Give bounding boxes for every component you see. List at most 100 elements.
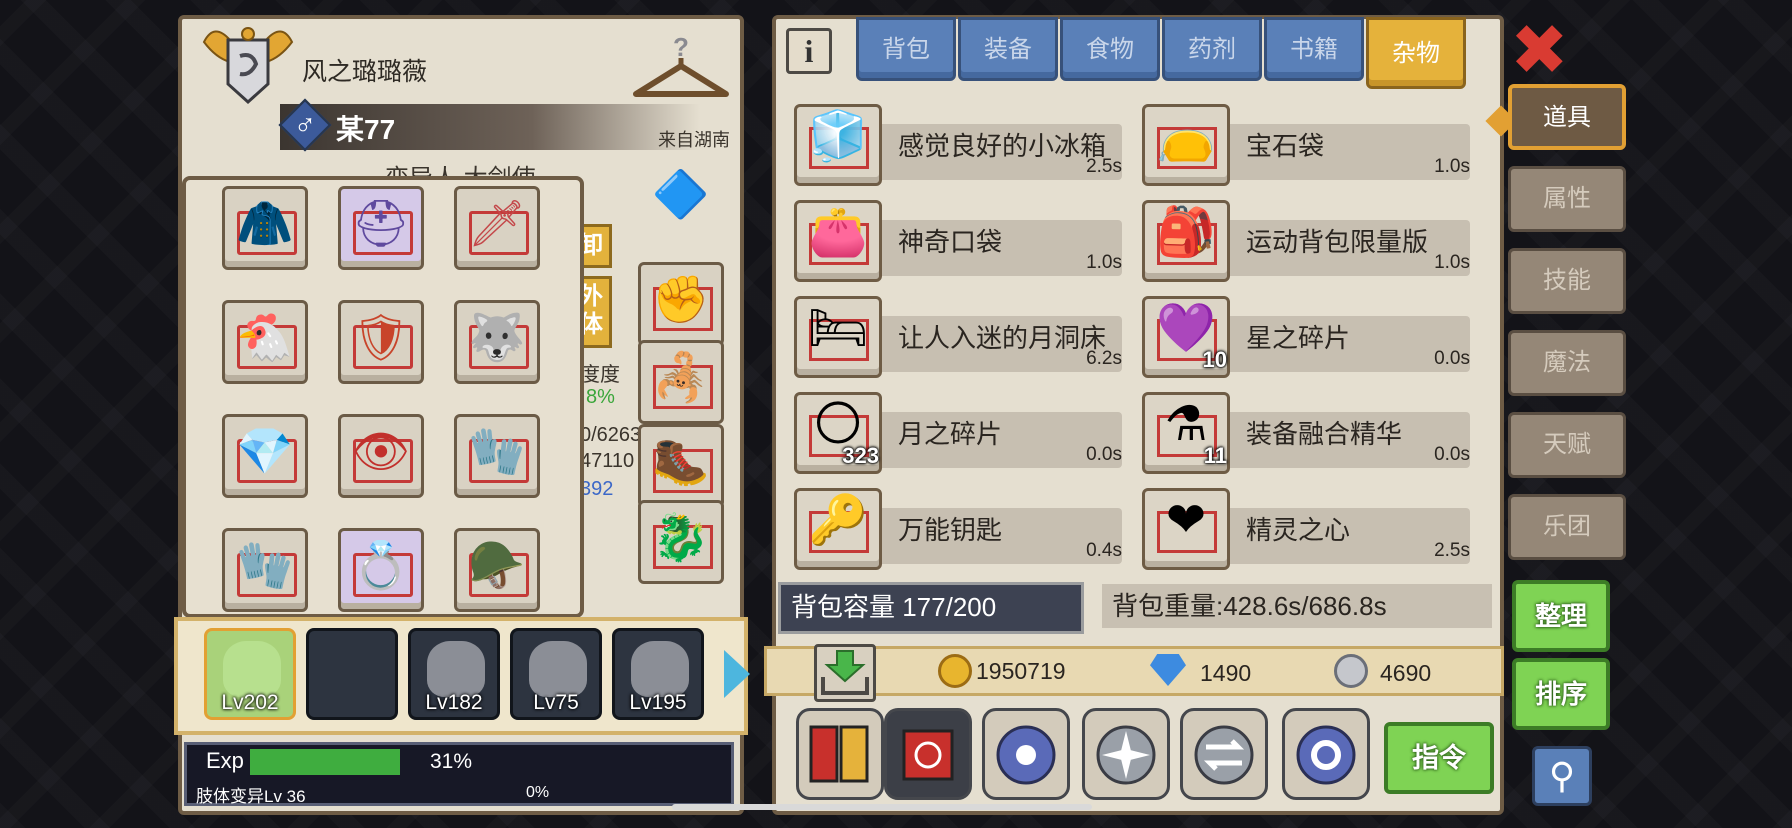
hanger-icon[interactable]: ? [628,36,734,106]
item-weight: 1.0s [1086,252,1122,273]
item-icon: 🛏 [807,302,869,355]
search-icon: ⚲ [1548,755,1576,796]
inventory-item[interactable]: 🎒 运动背包限量版 1.0s [1142,200,1478,282]
party-member-slot[interactable]: Lv195 [612,628,704,720]
tab-3[interactable]: 药剂 [1162,17,1262,81]
number-order-button[interactable] [796,708,884,800]
tidy-button[interactable]: 整理 [1512,580,1610,652]
item-weight: 6.2s [1086,348,1122,369]
equipment-slot[interactable]: ⛑ [338,186,424,270]
item-count: 11 [1203,443,1227,468]
white-glove-icon: 🧤 [468,425,526,477]
partial-stat-3: 392 [580,478,614,500]
side-tab-5[interactable]: 乐团 [1508,494,1626,560]
exp-progress-bar [250,749,401,775]
equipment-slot[interactable]: 🗡 [454,186,540,270]
equipment-slot[interactable]: 🥾 [638,424,724,508]
inventory-item[interactable]: 🌕 323 月之碎片 0.0s [794,392,1130,474]
crown-ring-icon: 💍 [352,539,410,591]
male-icon: ♂ [293,109,317,142]
item-name: 神奇口袋 [898,227,1003,257]
item-weight: 1.0s [1434,156,1470,177]
sort-button[interactable]: 排序 [1512,658,1610,730]
party-member-slot[interactable]: Lv202 [204,628,296,720]
dice-button[interactable] [884,708,972,800]
dice-icon [902,729,954,781]
side-tab-3[interactable]: 魔法 [1508,330,1626,396]
equipment-slot[interactable]: 🐔 [222,300,308,384]
equipment-slot[interactable]: ✊ [638,262,724,346]
member-avatar [529,641,587,697]
item-name: 星之碎片 [1246,323,1351,353]
skill-button-3[interactable] [1282,708,1370,800]
equipment-slot[interactable]: 🪖 [454,528,540,612]
equipment-slot[interactable]: 💎 [222,414,308,498]
inventory-item[interactable]: 💜 10 星之碎片 0.0s [1142,296,1478,378]
search-button[interactable]: ⚲ [1532,746,1592,806]
party-member-slot[interactable] [306,628,398,720]
inventory-item[interactable]: ⚗ 11 装备融合精华 0.0s [1142,392,1478,474]
inventory-item[interactable]: 👝 宝石袋 1.0s [1142,104,1478,186]
gold-coin-icon [938,654,972,688]
command-button[interactable]: 指令 [1384,722,1494,794]
diamond-amount: 1490 [1200,660,1252,686]
item-name: 宝石袋 [1246,131,1325,161]
party-member-slot[interactable]: Lv75 [510,628,602,720]
equipment-slot[interactable]: 👁 [338,414,424,498]
crest-badge-icon: 🔷 [652,168,710,220]
character-alias: 某77 [336,114,396,145]
tab-1[interactable]: 装备 [958,17,1058,81]
spiked-armor-icon: 🦂 [652,351,710,403]
item-icon: ❤ [1165,494,1207,547]
party-member-slot[interactable]: Lv182 [408,628,500,720]
inventory-item[interactable]: 👛 神奇口袋 1.0s [794,200,1130,282]
item-icon: 🎒 [1156,206,1216,259]
item-icon: 👝 [1156,110,1216,163]
tab-0[interactable]: 背包 [856,17,956,81]
inventory-item[interactable]: 🔑 万能钥匙 0.4s [794,488,1130,570]
tab-5[interactable]: 杂物 [1366,17,1466,89]
equipment-slot[interactable]: 🛡 [338,300,424,384]
skill-button-2[interactable] [1082,708,1170,800]
ring-icon [1296,725,1356,785]
info-button[interactable]: i [786,28,832,74]
item-name: 万能钥匙 [898,515,1003,545]
partial-stat-label: 度度 [580,364,620,386]
equipment-slot[interactable]: 🔷 [638,160,724,244]
equipment-slot[interactable]: 🧤 [222,528,308,612]
side-tab-1[interactable]: 属性 [1508,166,1626,232]
equipment-slot[interactable]: 🦂 [638,340,724,424]
inventory-item[interactable]: 🧊 感觉良好的小冰箱 2.5s [794,104,1130,186]
equipment-slot[interactable]: 🧥 [222,186,308,270]
limb-mutation-label: 肢体变异Lv 36 [196,787,306,806]
item-name: 装备融合精华 [1246,419,1403,449]
item-icon-frame: 🎒 [1142,200,1230,282]
bag-capacity: 背包容量 177/200 [778,582,1084,634]
tab-2[interactable]: 食物 [1060,17,1160,81]
equipment-slot[interactable]: 🐺 [454,300,540,384]
party-next-arrow-icon[interactable] [724,650,750,698]
download-button[interactable] [814,644,876,702]
item-icon-frame: 🌕 323 [794,392,882,474]
purple-helmet-icon: ⛑ [351,197,411,249]
swap-button[interactable] [1180,708,1268,800]
side-tab-2[interactable]: 技能 [1508,248,1626,314]
close-icon[interactable]: ✖ [1510,15,1569,85]
tab-4[interactable]: 书籍 [1264,17,1364,81]
equipment-slot[interactable]: 🐉 [638,500,724,584]
item-icon: 🔑 [808,494,868,547]
equipment-slot[interactable]: 💍 [338,528,424,612]
item-name: 感觉良好的小冰箱 [898,131,1107,161]
equipment-slot[interactable]: 🧤 [454,414,540,498]
skill-button-1[interactable] [982,708,1070,800]
gem-amulet-icon: 💎 [236,425,294,477]
inventory-item[interactable]: 🛏 让人入迷的月洞床 6.2s [794,296,1130,378]
limb-mutation-percent: 0% [526,784,550,801]
side-tab-4[interactable]: 天赋 [1508,412,1626,478]
inventory-item[interactable]: ❤ 精灵之心 2.5s [1142,488,1478,570]
member-level: Lv195 [629,691,687,714]
side-tab-0[interactable]: 道具 [1508,84,1626,150]
item-icon-frame: 🛏 [794,296,882,378]
rune-icon [996,725,1056,785]
dragon-relic-icon: 🐉 [652,511,710,563]
